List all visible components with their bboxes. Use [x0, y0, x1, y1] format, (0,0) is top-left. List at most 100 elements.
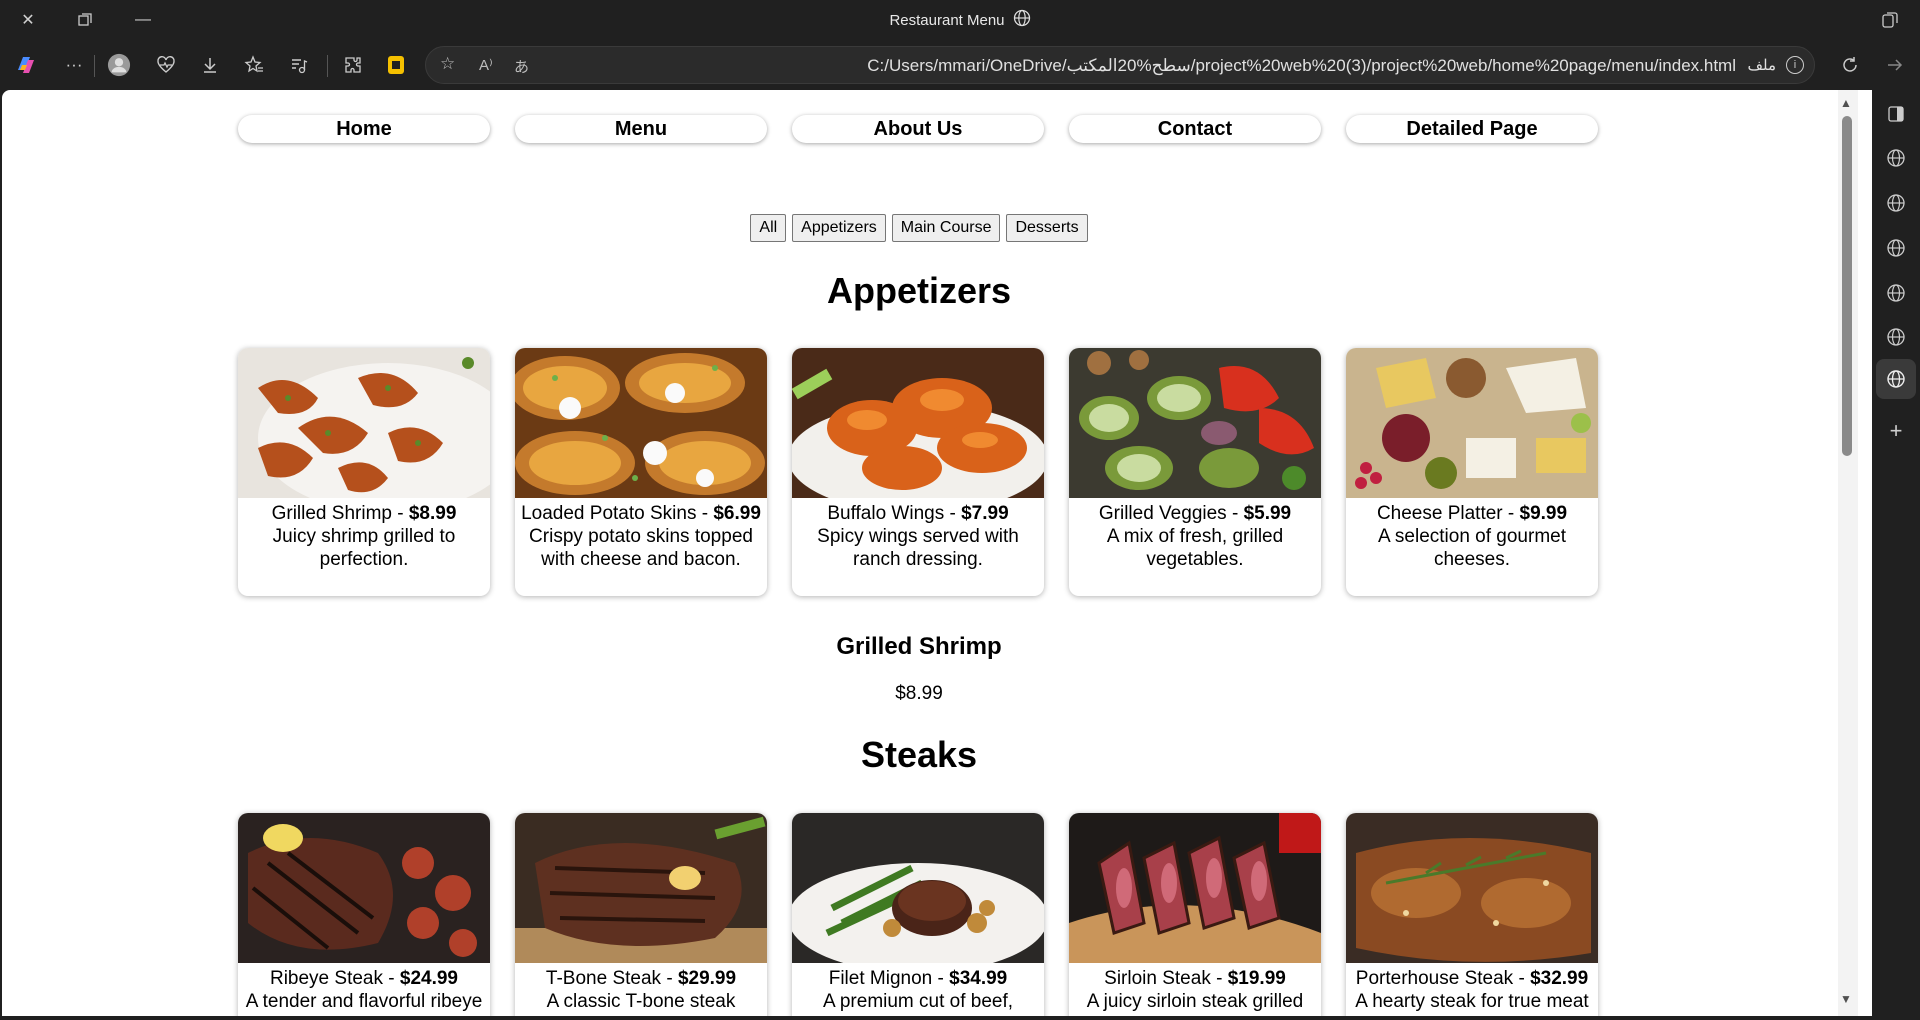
divider: [327, 55, 328, 77]
menu-card[interactable]: Grilled Shrimp - $8.99 Juicy shrimp gril…: [238, 348, 490, 596]
copilot-icon[interactable]: [14, 53, 38, 77]
scroll-down-icon[interactable]: ▼: [1840, 992, 1852, 1006]
loaded-potato-skins-image: [515, 348, 767, 498]
nav-detailed-page[interactable]: Detailed Page: [1346, 115, 1598, 143]
item-price: $7.99: [961, 503, 1009, 524]
globe-icon[interactable]: [1884, 281, 1908, 305]
nav-menu[interactable]: Menu: [515, 115, 767, 143]
refresh-icon[interactable]: [1838, 53, 1862, 77]
globe-icon[interactable]: [1884, 325, 1908, 349]
item-name: Buffalo Wings: [827, 503, 945, 524]
page-viewport: Home Menu About Us Contact Detailed Page…: [2, 90, 1836, 1016]
filter-desserts-button[interactable]: Desserts: [1006, 214, 1088, 242]
item-price: $32.99: [1530, 968, 1589, 989]
favorites-icon[interactable]: [242, 53, 266, 77]
detail-item-name: Grilled Shrimp: [836, 633, 1002, 660]
separator: -: [944, 503, 962, 524]
browser-toolbar: ··· ☆ A⁾ あ C:/Users/mmari/OneDrive/سطح%2…: [0, 40, 1920, 90]
extensions-icon[interactable]: [341, 53, 365, 77]
read-aloud-icon[interactable]: A⁾: [479, 56, 493, 74]
separator: -: [661, 968, 678, 989]
add-icon[interactable]: +: [1884, 418, 1908, 443]
item-description: A juicy sirloin steak grilled: [1086, 991, 1304, 1012]
forward-icon[interactable]: [1883, 53, 1907, 77]
filter-all-button[interactable]: All: [750, 214, 787, 242]
health-icon[interactable]: [154, 53, 178, 77]
menu-card[interactable]: Grilled Veggies - $5.99 A mix of fresh, …: [1069, 348, 1321, 596]
filet-mignon-image: [792, 813, 1044, 963]
globe-icon[interactable]: [1884, 236, 1908, 260]
media-icon[interactable]: [287, 53, 311, 77]
item-description: A selection of gourmet cheeses.: [1378, 526, 1566, 570]
filter-main-course-button[interactable]: Main Course: [891, 214, 1001, 242]
favorite-star-icon[interactable]: ☆: [440, 54, 455, 74]
detail-item-price: $8.99: [895, 683, 943, 704]
item-name: Loaded Potato Skins: [521, 503, 697, 524]
item-price: $5.99: [1243, 503, 1292, 524]
item-name: Cheese Platter: [1376, 503, 1503, 524]
window-title-text: Restaurant Menu: [889, 11, 1005, 29]
globe-icon[interactable]: [1884, 191, 1908, 215]
item-price: $34.99: [949, 968, 1008, 989]
extension-yellow-icon[interactable]: [384, 53, 408, 77]
globe-icon[interactable]: [1884, 146, 1908, 170]
item-name: Grilled Shrimp: [271, 503, 392, 524]
item-name: Porterhouse Steak: [1355, 968, 1514, 989]
more-icon[interactable]: ···: [62, 53, 86, 77]
item-price: $9.99: [1519, 503, 1568, 524]
grilled-veggies-image: [1069, 348, 1321, 498]
item-description: Juicy shrimp grilled to perfection.: [272, 526, 456, 570]
steaks-grid: Ribeye Steak - $24.99 A tender and flavo…: [238, 813, 1598, 1016]
item-description: A mix of fresh, grilled vegetables.: [1106, 526, 1284, 570]
browser-sidebar: +: [1872, 90, 1920, 1020]
menu-card[interactable]: Loaded Potato Skins - $6.99 Crispy potat…: [515, 348, 767, 596]
separator: -: [696, 503, 714, 524]
separator: -: [1226, 503, 1244, 524]
menu-card[interactable]: Buffalo Wings - $7.99 Spicy wings served…: [792, 348, 1044, 596]
menu-card[interactable]: T-Bone Steak - $29.99 A classic T-bone s…: [515, 813, 767, 1016]
filter-appetizers-button[interactable]: Appetizers: [792, 214, 886, 242]
item-description: A hearty steak for true meat: [1355, 991, 1589, 1012]
item-name: Ribeye Steak: [269, 968, 383, 989]
cheese-platter-image: [1346, 348, 1598, 498]
item-description: Spicy wings served with ranch dressing.: [817, 526, 1019, 570]
address-bar[interactable]: ☆ A⁾ あ C:/Users/mmari/OneDrive/سطح%20الم…: [425, 46, 1815, 84]
item-name: Filet Mignon: [828, 968, 933, 989]
appetizers-grid: Grilled Shrimp - $8.99 Juicy shrimp gril…: [238, 348, 1598, 596]
window-title: Restaurant Menu: [0, 0, 1920, 40]
title-bar: ✕ — Restaurant Menu: [0, 0, 1920, 40]
separator: -: [391, 503, 409, 524]
grilled-shrimp-image: [238, 348, 490, 498]
menu-card[interactable]: Cheese Platter - $9.99 A selection of go…: [1346, 348, 1598, 596]
nav-home[interactable]: Home: [238, 115, 490, 143]
file-label: ملف: [1747, 57, 1776, 74]
item-description: Crispy potato skins topped with cheese a…: [529, 526, 753, 570]
globe-icon[interactable]: [1884, 367, 1908, 391]
item-price: $6.99: [713, 503, 761, 524]
nav-about-us[interactable]: About Us: [792, 115, 1044, 143]
separator: -: [1210, 968, 1228, 989]
porterhouse-steak-image: [1346, 813, 1598, 963]
item-name: Grilled Veggies: [1098, 503, 1227, 524]
download-icon[interactable]: [198, 53, 222, 77]
menu-card[interactable]: Ribeye Steak - $24.99 A tender and flavo…: [238, 813, 490, 1016]
profile-avatar-icon[interactable]: [107, 53, 131, 77]
item-price: $24.99: [399, 968, 459, 989]
info-icon[interactable]: i: [1786, 56, 1804, 74]
section-title-appetizers: Appetizers: [826, 270, 1012, 311]
separator: -: [383, 968, 400, 989]
scrollbar-thumb[interactable]: [1842, 116, 1852, 456]
scroll-up-icon[interactable]: ▲: [1840, 96, 1852, 110]
url-text[interactable]: C:/Users/mmari/OneDrive/سطح%20المكتب/pro…: [867, 56, 1736, 76]
menu-card[interactable]: Sirloin Steak - $19.99 A juicy sirloin s…: [1069, 813, 1321, 1016]
separator: -: [1513, 968, 1531, 989]
item-price: $29.99: [677, 968, 737, 989]
split-screen-icon[interactable]: [1884, 102, 1908, 126]
translate-icon[interactable]: あ: [514, 56, 529, 77]
menu-card[interactable]: Porterhouse Steak - $32.99 A hearty stea…: [1346, 813, 1598, 1016]
nav-contact[interactable]: Contact: [1069, 115, 1321, 143]
menu-card[interactable]: Filet Mignon - $34.99 A premium cut of b…: [792, 813, 1044, 1016]
item-description: A tender and flavorful ribeye: [245, 991, 483, 1012]
workspaces-icon[interactable]: [1878, 8, 1902, 32]
separator: -: [932, 968, 950, 989]
